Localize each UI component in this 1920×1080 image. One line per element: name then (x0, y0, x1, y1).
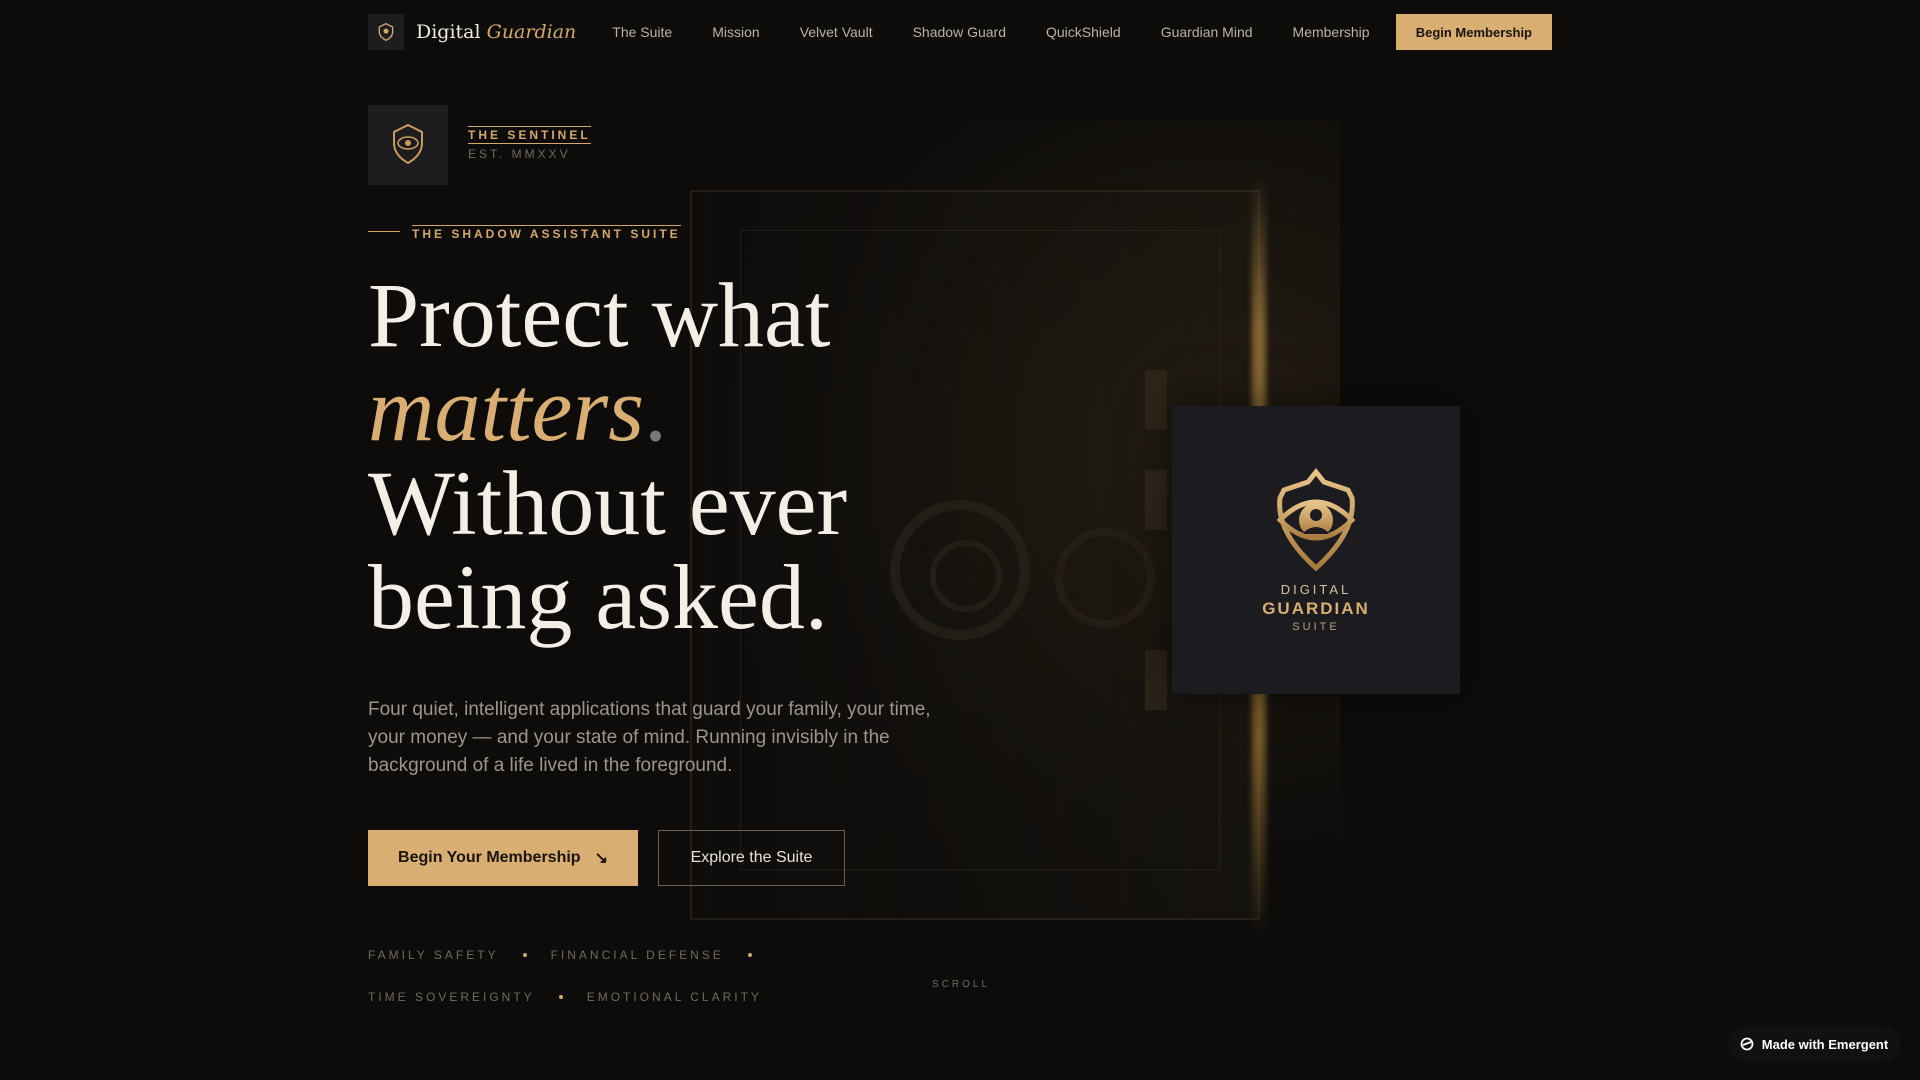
begin-membership-button[interactable]: Begin Membership (1395, 14, 1552, 50)
headline-line-1: Protect what (368, 264, 831, 366)
begin-your-membership-button[interactable]: Begin Your Membership ↘ (368, 830, 638, 886)
vault-wheel-small (1055, 528, 1155, 628)
logo-text-guardian: GUARDIAN (1262, 598, 1370, 618)
nav-link-membership[interactable]: Membership (1293, 24, 1370, 40)
pillar-item: FAMILY SAFETY (368, 948, 551, 962)
pillar-separator (558, 995, 563, 999)
nav-link-quickshield[interactable]: QuickShield (1046, 24, 1121, 40)
pillar-label: FAMILY SAFETY (368, 948, 499, 962)
sentinel-subtitle: EST. MMXXV (468, 147, 571, 161)
primary-cta-label: Begin Your Membership (398, 849, 581, 866)
badge-label: Made with Emergent (1761, 1036, 1889, 1052)
explore-the-suite-button[interactable]: Explore the Suite (658, 830, 845, 886)
shield-eye-icon (393, 123, 423, 165)
pillar-separator (747, 953, 752, 957)
nav-links: The Suite Mission Velvet Vault Shadow Gu… (612, 24, 1409, 40)
pillar-item: FINANCIAL DEFENSE (551, 948, 776, 962)
headline-line-4: being asked. (368, 546, 828, 648)
hero-headline: Protect what matters. Without ever being… (368, 268, 928, 644)
nav-link-velvet-vault[interactable]: Velvet Vault (800, 24, 873, 40)
brand-name[interactable]: Digital Guardian (416, 21, 576, 43)
nav-link-guardian-mind[interactable]: Guardian Mind (1161, 24, 1253, 40)
pillar-separator (522, 953, 527, 957)
made-with-emergent-badge[interactable]: Made with Emergent (1728, 1026, 1900, 1062)
pillar-label: FINANCIAL DEFENSE (550, 948, 724, 962)
logo-text-suite: SUITE (1292, 620, 1340, 633)
eyebrow-divider (368, 231, 400, 232)
top-nav: Digital Guardian The Suite Mission Velve… (368, 14, 1552, 50)
brand-logo[interactable] (368, 14, 404, 50)
pillar-item: EMOTIONAL CLARITY (587, 990, 762, 1004)
headline-line-2: matters. (368, 362, 928, 456)
brand-name-accent: Guardian (486, 21, 577, 43)
brand-name-first: Digital (416, 21, 481, 43)
nav-link-shadow-guard[interactable]: Shadow Guard (913, 24, 1006, 40)
headline-line-3: Without ever (368, 452, 848, 554)
sentinel-title: THE SENTINEL (468, 126, 591, 144)
pillar-list: FAMILY SAFETY FINANCIAL DEFENSE TIME SOV… (368, 948, 968, 1004)
pillar-label: EMOTIONAL CLARITY (586, 990, 762, 1004)
shield-eye-icon (378, 22, 394, 42)
hero-eyebrow: THE SHADOW ASSISTANT SUITE (412, 225, 681, 241)
shield-eye-icon (1276, 467, 1356, 571)
emergent-logo-icon (1740, 1037, 1754, 1051)
pillar-item: TIME SOVEREIGNTY (368, 990, 587, 1004)
nav-link-the-suite[interactable]: The Suite (612, 24, 672, 40)
sentinel-emblem (368, 105, 448, 185)
digital-guardian-logo-card: DIGITAL GUARDIAN SUITE (1172, 406, 1460, 694)
nav-link-mission[interactable]: Mission (712, 24, 759, 40)
scroll-indicator[interactable]: SCROLL (932, 979, 990, 990)
pillar-label: TIME SOVEREIGNTY (368, 990, 535, 1004)
hero-description: Four quiet, intelligent applications tha… (368, 699, 931, 776)
headline-accent-word: matters (368, 358, 644, 460)
logo-text-digital: DIGITAL (1280, 581, 1352, 597)
vault-hinge (1145, 370, 1167, 430)
headline-dot: . (644, 358, 667, 460)
vault-hinge (1145, 650, 1167, 710)
vault-hinge (1145, 470, 1167, 530)
arrow-down-right-icon: ↘ (594, 850, 608, 867)
